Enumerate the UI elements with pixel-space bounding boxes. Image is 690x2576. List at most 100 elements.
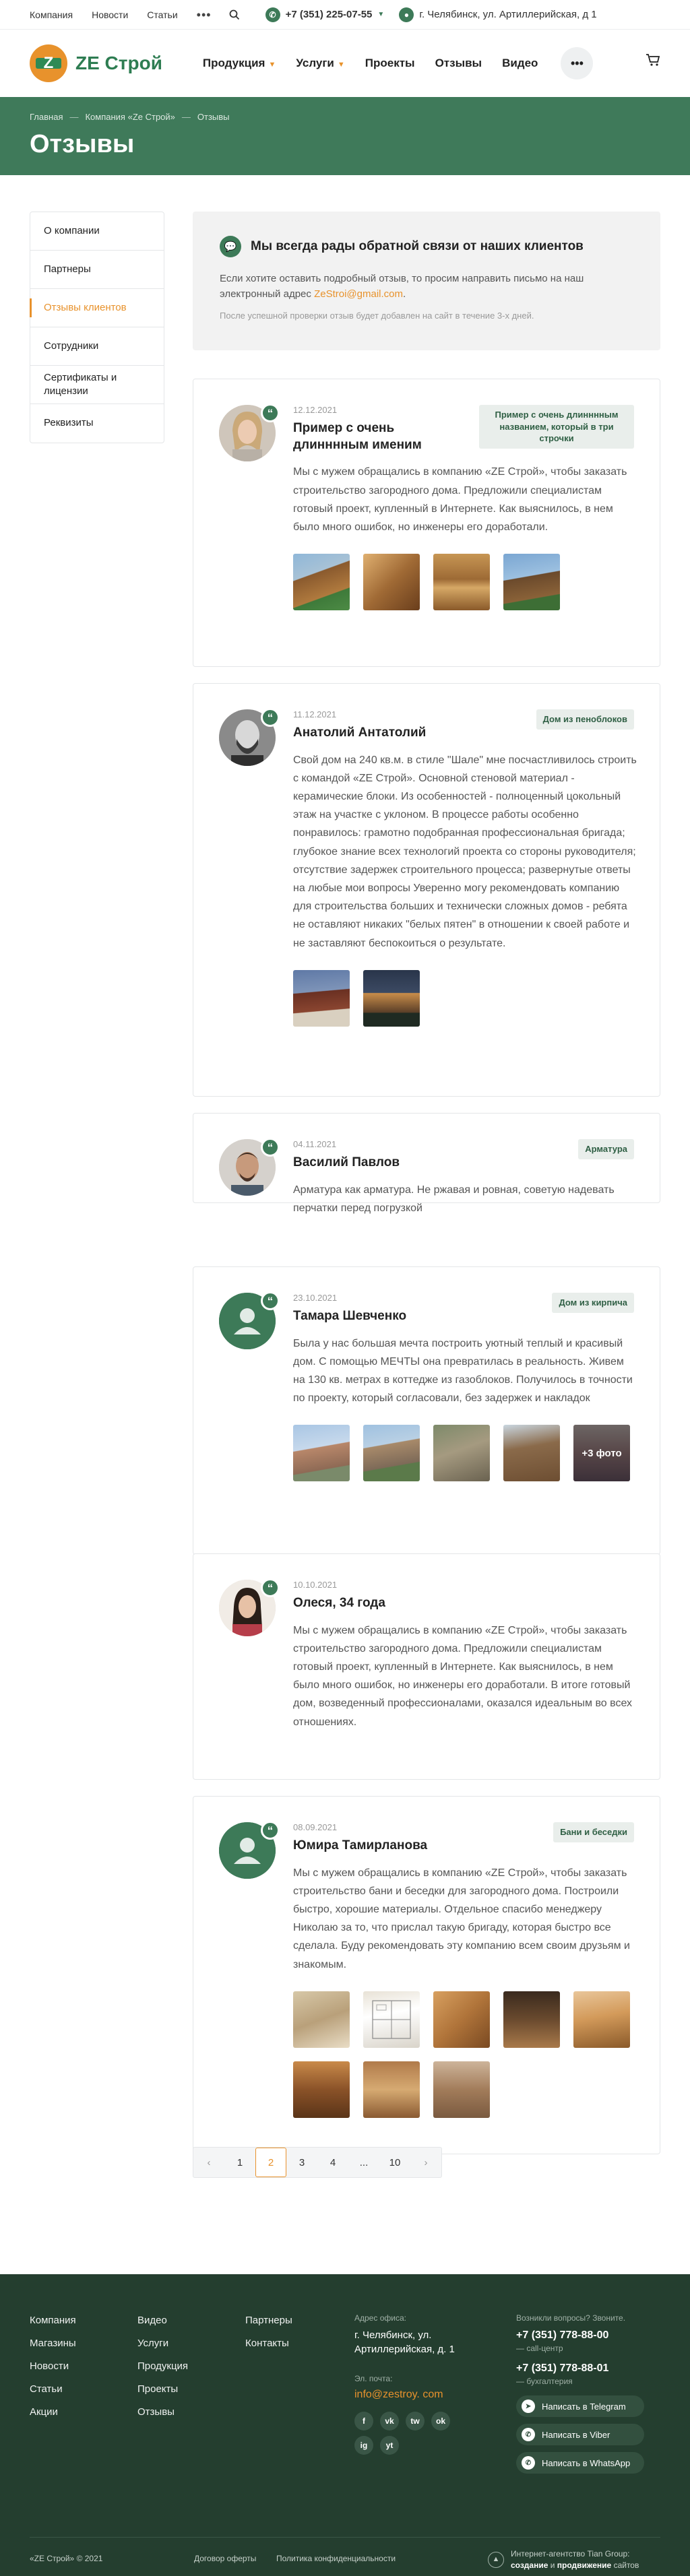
instagram-icon[interactable]: ig <box>354 2436 373 2455</box>
sidebar-item-certificates[interactable]: Сертификаты и лицензии <box>30 366 164 404</box>
pagination-page[interactable]: 10 <box>379 2148 410 2177</box>
agency-link[interactable]: ▲ Интернет-агентство Tian Group: создани… <box>488 2548 639 2571</box>
notice-text-block: Если хотите оставить подробный отзыв, то… <box>220 271 624 302</box>
nav-item-projects[interactable]: Проекты <box>365 57 415 70</box>
review-photo[interactable] <box>433 1991 490 2048</box>
review-body: 23.10.2021 Тамара Шевченко Была у нас бо… <box>293 1293 637 1482</box>
pagination-next-button[interactable]: › <box>410 2148 441 2177</box>
footer-link[interactable]: Контакты <box>245 2338 292 2349</box>
agency-text: Интернет-агентство Tian Group: создание … <box>511 2549 639 2570</box>
topbar-link-company[interactable]: Компания <box>30 9 73 20</box>
pagination-ellipsis: ... <box>359 2156 369 2168</box>
footer-address-label: Адрес офиса: <box>354 2313 406 2323</box>
youtube-icon[interactable]: yt <box>380 2436 399 2455</box>
nav-more-button[interactable]: ••• <box>561 47 594 79</box>
review-photo[interactable] <box>293 2061 350 2118</box>
nav-item-reviews[interactable]: Отзывы <box>435 57 482 70</box>
footer-link[interactable]: Отзывы <box>137 2406 188 2418</box>
footer-link[interactable]: Акции <box>30 2406 76 2418</box>
main-header: Z ZE Строй Продукция ▼ Услуги ▼ Проекты От… <box>0 30 690 97</box>
sidebar-item-staff[interactable]: Сотрудники <box>30 327 164 366</box>
search-icon[interactable] <box>229 9 240 20</box>
review-body: 10.10.2021 Олеся, 34 года Мы с мужем обр… <box>293 1580 637 1731</box>
review-body: 12.12.2021 Пример с очень длинннным имен… <box>293 405 637 611</box>
breadcrumb-company[interactable]: Компания «Ze Строй» <box>85 112 175 122</box>
topbar-phone[interactable]: ✆ +7 (351) 225-07-55 ▼ <box>265 7 384 22</box>
sidebar-item-requisites[interactable]: Реквизиты <box>30 404 164 443</box>
topbar-more-button[interactable]: ••• <box>197 9 212 21</box>
footer-link[interactable]: Магазины <box>30 2338 76 2349</box>
footer-link[interactable]: Видео <box>137 2315 188 2326</box>
pagination-page[interactable]: 4 <box>317 2148 348 2177</box>
whatsapp-icon: ✆ <box>522 2456 535 2470</box>
social-links-row-2: ig yt <box>354 2436 489 2455</box>
notice-email-link[interactable]: ZeStroi@gmail.com <box>314 288 403 300</box>
footer-link[interactable]: Статьи <box>30 2383 76 2395</box>
nav-item-video[interactable]: Видео <box>502 57 538 70</box>
review-photo[interactable] <box>433 2061 490 2118</box>
review-photo[interactable] <box>293 1425 350 1482</box>
review-photo[interactable] <box>293 1991 350 2048</box>
review-photo[interactable] <box>363 1991 420 2048</box>
twitter-icon[interactable]: tw <box>406 2412 425 2430</box>
footer-link[interactable]: Услуги <box>137 2338 188 2349</box>
footer-phone-accounting-sub: — бухгалтерия <box>516 2377 573 2386</box>
pagination-page-current[interactable]: 2 <box>255 2148 286 2177</box>
review-photo[interactable] <box>573 1991 630 2048</box>
review-date: 04.11.2021 <box>293 1139 337 1149</box>
footer-email-link[interactable]: info@zestroy. com <box>354 2389 443 2400</box>
footer-link[interactable]: Партнеры <box>245 2315 292 2326</box>
footer-address: г. Челябинск, ул. Артиллерийская, д. 1 <box>354 2329 455 2355</box>
review-card: “ Арматура 04.11.2021 Василий Павлов Арм… <box>193 1113 660 1214</box>
privacy-link[interactable]: Политика конфиденциальности <box>276 2554 396 2563</box>
footer-link[interactable]: Новости <box>30 2360 76 2372</box>
footer-link[interactable]: Продукция <box>137 2360 188 2372</box>
sidebar-item-reviews[interactable]: Отзывы клиентов <box>30 289 164 327</box>
review-photo[interactable] <box>503 1991 560 2048</box>
facebook-icon[interactable]: f <box>354 2412 373 2430</box>
footer-phone-accounting[interactable]: +7 (351) 778-88-01 <box>516 2362 664 2375</box>
review-photo[interactable] <box>363 1425 420 1482</box>
pagination-prev-button[interactable]: ‹ <box>193 2148 224 2177</box>
review-photo[interactable] <box>293 969 350 1027</box>
notice-note: После успешной проверки отзыв будет доба… <box>220 310 534 321</box>
whatsapp-button[interactable]: ✆ Написать в WhatsApp <box>516 2452 644 2474</box>
review-photo[interactable] <box>503 1425 560 1482</box>
review-photo[interactable] <box>503 554 560 611</box>
review-photo[interactable] <box>293 554 350 611</box>
topbar-link-news[interactable]: Новости <box>92 9 128 20</box>
review-photo-more[interactable]: +3 фото <box>573 1425 630 1482</box>
sidebar-item-about[interactable]: О компании <box>30 212 164 251</box>
review-photo[interactable] <box>433 554 490 611</box>
review-text: Мы с мужем обращались в компанию «ZE Стр… <box>293 1867 630 1970</box>
nav-item-services[interactable]: Услуги ▼ <box>296 57 344 70</box>
offer-link[interactable]: Договор оферты <box>194 2554 256 2563</box>
footer-phone-callcenter[interactable]: +7 (351) 778-88-00 <box>516 2329 664 2342</box>
sidebar-item-partners[interactable]: Партнеры <box>30 251 164 289</box>
logo[interactable]: Z ZE Строй <box>30 44 162 82</box>
review-photo[interactable] <box>363 554 420 611</box>
footer-link[interactable]: Компания <box>30 2315 76 2326</box>
review-card: “ Бани и беседки 08.09.2021 Юмира Тамирл… <box>193 1796 660 2154</box>
sidebar-menu: О компании Партнеры Отзывы клиентов Сотр… <box>30 212 164 443</box>
telegram-button[interactable]: ➤ Написать в Telegram <box>516 2395 644 2417</box>
topbar-link-articles[interactable]: Статьи <box>147 9 177 20</box>
review-photo[interactable] <box>363 969 420 1027</box>
pagination-page[interactable]: 1 <box>224 2148 255 2177</box>
review-photo[interactable] <box>363 2061 420 2118</box>
review-photo[interactable] <box>433 1425 490 1482</box>
cart-icon[interactable] <box>646 53 660 67</box>
footer-link[interactable]: Проекты <box>137 2383 188 2395</box>
review-text: Мы с мужем обращались в компанию «ZE Стр… <box>293 466 627 533</box>
breadcrumb-home[interactable]: Главная <box>30 112 63 122</box>
location-pin-icon: ● <box>399 7 414 22</box>
vk-icon[interactable]: vk <box>380 2412 399 2430</box>
pagination-page[interactable]: 3 <box>286 2148 317 2177</box>
main-nav: Продукция ▼ Услуги ▼ Проекты Отзывы Видео … <box>203 47 594 79</box>
nav-item-products[interactable]: Продукция ▼ <box>203 57 276 70</box>
chevron-down-icon: ▼ <box>337 61 345 69</box>
review-author: Юмира Тамирланова <box>293 1838 428 1853</box>
page-banner: Главная — Компания «Ze Строй» — Отзывы Отзыв… <box>0 97 690 175</box>
viber-button[interactable]: ✆ Написать в Viber <box>516 2424 644 2445</box>
odnoklassniki-icon[interactable]: ok <box>431 2412 450 2430</box>
